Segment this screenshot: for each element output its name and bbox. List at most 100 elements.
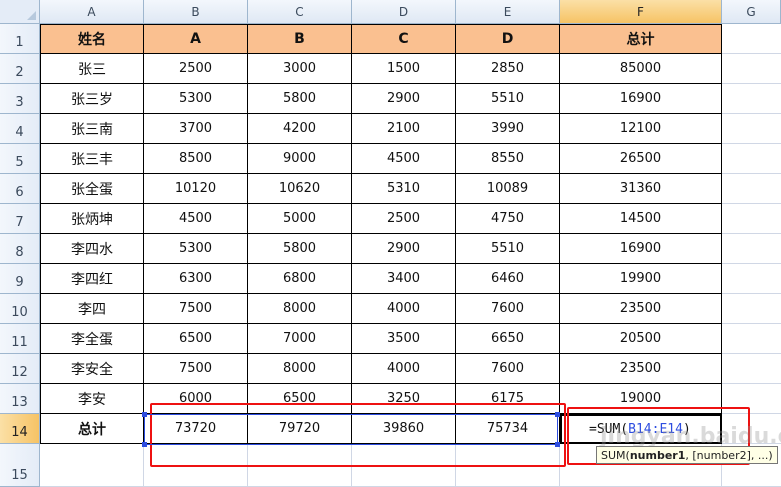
value-cell[interactable]: 31360	[560, 174, 722, 204]
value-cell[interactable]: 8500	[144, 144, 248, 174]
range-handle-top-left[interactable]	[142, 412, 147, 417]
value-cell[interactable]: 8550	[456, 144, 560, 174]
header-cell[interactable]: D	[456, 24, 560, 54]
value-cell[interactable]: 85000	[560, 54, 722, 84]
name-cell[interactable]: 李安全	[40, 354, 144, 384]
column-header-d[interactable]: D	[352, 0, 456, 24]
value-cell[interactable]: 23500	[560, 294, 722, 324]
row-header-1[interactable]: 1	[0, 24, 40, 54]
value-cell[interactable]: 4750	[456, 204, 560, 234]
name-cell[interactable]: 张三岁	[40, 84, 144, 114]
row-header-10[interactable]: 10	[0, 294, 40, 324]
column-header-f[interactable]: F	[560, 0, 722, 24]
value-cell[interactable]: 5510	[456, 84, 560, 114]
value-cell[interactable]: 3500	[352, 324, 456, 354]
value-cell[interactable]: 12100	[560, 114, 722, 144]
range-handle-top-right[interactable]	[555, 412, 560, 417]
row-header-4[interactable]: 4	[0, 114, 40, 144]
row-header-8[interactable]: 8	[0, 234, 40, 264]
value-cell[interactable]: 2850	[456, 54, 560, 84]
range-handle-bottom-left[interactable]	[142, 442, 147, 447]
value-cell[interactable]: 3000	[248, 54, 352, 84]
value-cell[interactable]: 4500	[144, 204, 248, 234]
value-cell[interactable]: 6300	[144, 264, 248, 294]
value-cell[interactable]: 5310	[352, 174, 456, 204]
header-cell[interactable]: C	[352, 24, 456, 54]
row-header-14[interactable]: 14	[0, 414, 40, 444]
name-cell[interactable]: 李四水	[40, 234, 144, 264]
value-cell[interactable]: 4000	[352, 354, 456, 384]
value-cell[interactable]: 5800	[248, 84, 352, 114]
column-header-e[interactable]: E	[456, 0, 560, 24]
row-header-12[interactable]: 12	[0, 354, 40, 384]
select-all-button[interactable]	[0, 0, 40, 24]
value-cell[interactable]: 26500	[560, 144, 722, 174]
value-cell[interactable]: 19900	[560, 264, 722, 294]
header-cell[interactable]: B	[248, 24, 352, 54]
value-cell[interactable]: 7600	[456, 354, 560, 384]
value-cell[interactable]: 5300	[144, 234, 248, 264]
value-cell[interactable]: 23500	[560, 354, 722, 384]
value-cell[interactable]: 5510	[456, 234, 560, 264]
value-cell[interactable]: 5000	[248, 204, 352, 234]
value-cell[interactable]: 6500	[144, 324, 248, 354]
value-cell[interactable]: 2900	[352, 234, 456, 264]
row-header-7[interactable]: 7	[0, 204, 40, 234]
value-cell[interactable]: 2900	[352, 84, 456, 114]
value-cell[interactable]: 5300	[144, 84, 248, 114]
name-cell[interactable]: 李四红	[40, 264, 144, 294]
value-cell[interactable]: 6650	[456, 324, 560, 354]
name-cell[interactable]: 李安	[40, 384, 144, 414]
name-cell[interactable]: 张三丰	[40, 144, 144, 174]
row-header-15[interactable]: 15	[0, 444, 40, 487]
value-cell[interactable]: 2500	[144, 54, 248, 84]
total-label-cell[interactable]: 总计	[40, 414, 144, 444]
value-cell[interactable]: 7600	[456, 294, 560, 324]
row-header-9[interactable]: 9	[0, 264, 40, 294]
name-cell[interactable]: 张全蛋	[40, 174, 144, 204]
row-header-2[interactable]: 2	[0, 54, 40, 84]
value-cell[interactable]: 7500	[144, 294, 248, 324]
formula-edit-text[interactable]: =SUM(B14:E14)	[589, 422, 691, 437]
range-handle-bottom-right[interactable]	[555, 442, 560, 447]
value-cell[interactable]: 16900	[560, 84, 722, 114]
name-cell[interactable]: 张三南	[40, 114, 144, 144]
value-cell[interactable]: 6800	[248, 264, 352, 294]
column-header-b[interactable]: B	[144, 0, 248, 24]
value-cell[interactable]: 7500	[144, 354, 248, 384]
value-cell[interactable]: 3700	[144, 114, 248, 144]
value-cell[interactable]: 4200	[248, 114, 352, 144]
name-cell[interactable]: 李四	[40, 294, 144, 324]
name-cell[interactable]: 李全蛋	[40, 324, 144, 354]
value-cell[interactable]: 3990	[456, 114, 560, 144]
row-header-6[interactable]: 6	[0, 174, 40, 204]
value-cell[interactable]: 7000	[248, 324, 352, 354]
value-cell[interactable]: 16900	[560, 234, 722, 264]
value-cell[interactable]: 1500	[352, 54, 456, 84]
function-argument-tooltip[interactable]: SUM(number1, [number2], ...)	[596, 446, 778, 464]
column-header-g[interactable]: G	[722, 0, 781, 24]
value-cell[interactable]: 10089	[456, 174, 560, 204]
header-cell[interactable]: 总计	[560, 24, 722, 54]
value-cell[interactable]: 2100	[352, 114, 456, 144]
column-header-a[interactable]: A	[40, 0, 144, 24]
header-cell[interactable]: 姓名	[40, 24, 144, 54]
value-cell[interactable]: 10120	[144, 174, 248, 204]
name-cell[interactable]: 张三	[40, 54, 144, 84]
value-cell[interactable]: 5800	[248, 234, 352, 264]
row-header-5[interactable]: 5	[0, 144, 40, 174]
value-cell[interactable]: 20500	[560, 324, 722, 354]
value-cell[interactable]: 4000	[352, 294, 456, 324]
value-cell[interactable]: 6460	[456, 264, 560, 294]
value-cell[interactable]: 14500	[560, 204, 722, 234]
value-cell[interactable]: 4500	[352, 144, 456, 174]
row-header-13[interactable]: 13	[0, 384, 40, 414]
value-cell[interactable]: 10620	[248, 174, 352, 204]
row-header-3[interactable]: 3	[0, 84, 40, 114]
value-cell[interactable]: 2500	[352, 204, 456, 234]
value-cell[interactable]: 9000	[248, 144, 352, 174]
header-cell[interactable]: A	[144, 24, 248, 54]
row-header-11[interactable]: 11	[0, 324, 40, 354]
value-cell[interactable]: 3400	[352, 264, 456, 294]
value-cell[interactable]: 8000	[248, 294, 352, 324]
